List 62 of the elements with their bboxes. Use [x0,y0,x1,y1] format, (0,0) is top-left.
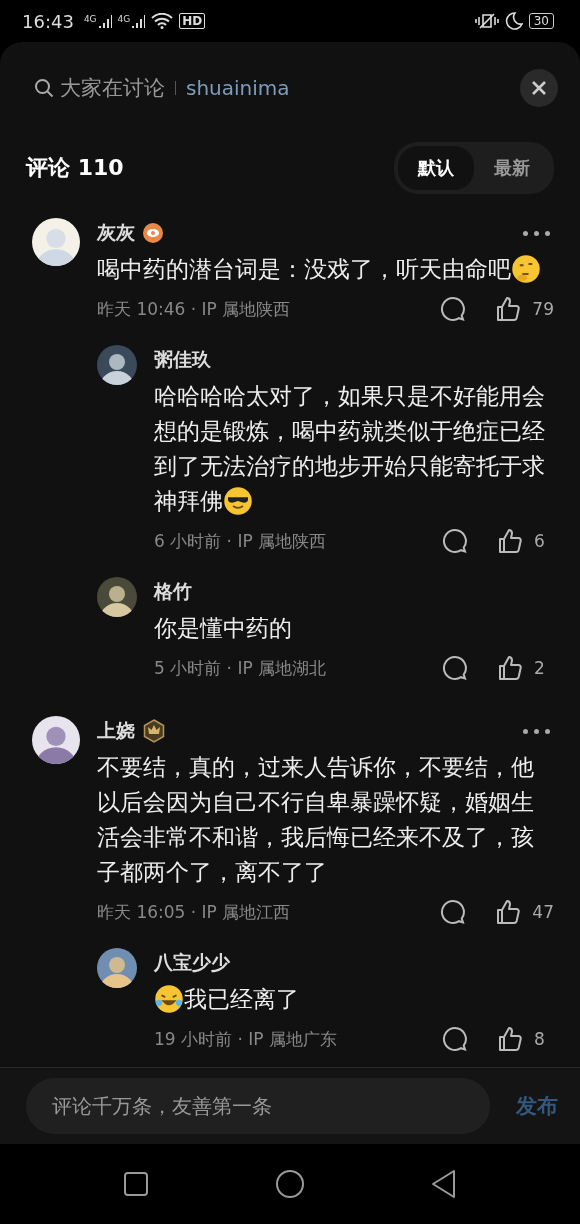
comment-text: 你是懂中药的 [154,614,293,643]
sort-tab[interactable]: 最新 [474,146,550,190]
moon-icon [504,12,523,30]
battery-level: 30 [528,13,554,29]
comment-input[interactable]: 评论千万条，友善第一条 [26,1078,490,1134]
user-name[interactable]: 灰灰 [97,220,135,246]
clock: 16:43 [22,10,74,32]
avatar[interactable] [32,716,80,764]
close-icon [531,80,547,96]
signal-icon [97,14,112,28]
comment-icon[interactable] [440,899,467,925]
comment-icon[interactable] [442,655,468,681]
comment-text: 我已经离了 [154,982,550,1017]
comment-text: 喝中药的潜台词是：没戏了，听天由命吧 [97,252,550,287]
like-icon[interactable] [496,1025,524,1053]
like-icon[interactable] [496,654,524,682]
wifi-icon [151,13,174,29]
back-icon[interactable] [431,1169,457,1199]
recent-apps-icon[interactable] [123,1171,149,1197]
emoji-icon [511,254,541,284]
comment-meta: 昨天 10:46 · IP 属地陕西 [97,297,291,321]
like-count: 6 [534,531,546,551]
emoji-icon [154,984,184,1014]
comment-icon[interactable] [442,528,468,554]
hd-label: HD [179,13,206,29]
comment-meta: 19 小时前 · IP 属地广东 [154,1027,337,1051]
search-keyword[interactable]: shuainima [186,76,290,100]
emoji-icon [223,486,253,516]
comment-text: 不要结，真的，过来人告诉你，不要结，他以后会因为自己不行自卑暴躁怀疑，婚姻生活会非常不和谐，我后悔已经来不及了，孩子都两个了，离不了了 [97,753,535,887]
comment-meta: 5 小时前 · IP 属地湖北 [154,656,327,680]
like-icon[interactable] [494,295,523,323]
close-button[interactable] [520,69,558,107]
comments-title: 评论 110 [26,154,124,182]
eye-badge-icon [143,223,163,243]
avatar[interactable] [32,218,80,266]
avatar[interactable] [97,345,137,385]
vibrate-off-icon [474,12,499,30]
user-name[interactable]: 上娆 [97,718,135,744]
like-count: 47 [532,902,554,922]
like-count: 8 [534,1029,546,1049]
comment-meta: 昨天 16:05 · IP 属地江西 [97,900,291,924]
search-icon [34,78,54,98]
like-icon[interactable] [494,898,523,926]
like-count: 79 [532,299,554,319]
network-label: 4G [117,14,131,24]
crown-badge-icon [143,719,165,743]
signal-icon [131,14,146,28]
home-icon[interactable] [275,1169,305,1199]
comment-icon[interactable] [442,1026,468,1052]
search-hint: 大家在讨论 [60,75,165,102]
comment-meta: 6 小时前 · IP 属地陕西 [154,529,327,553]
user-name[interactable]: 粥佳玖 [154,347,211,373]
sort-tab[interactable]: 默认 [398,146,474,190]
like-count: 2 [534,658,546,678]
network-label: 4G [83,14,97,24]
user-name[interactable]: 格竹 [154,579,192,605]
avatar[interactable] [97,948,137,988]
like-icon[interactable] [496,527,524,555]
comment-text: 哈哈哈哈太对了，如果只是不好能用会想的是锻炼，喝中药就类似于绝症已经到了无法治疗的地步开始只能寄托于求神拜佛 [154,382,546,518]
avatar[interactable] [97,577,137,617]
user-name[interactable]: 八宝少少 [154,950,230,976]
comment-icon[interactable] [440,296,467,322]
